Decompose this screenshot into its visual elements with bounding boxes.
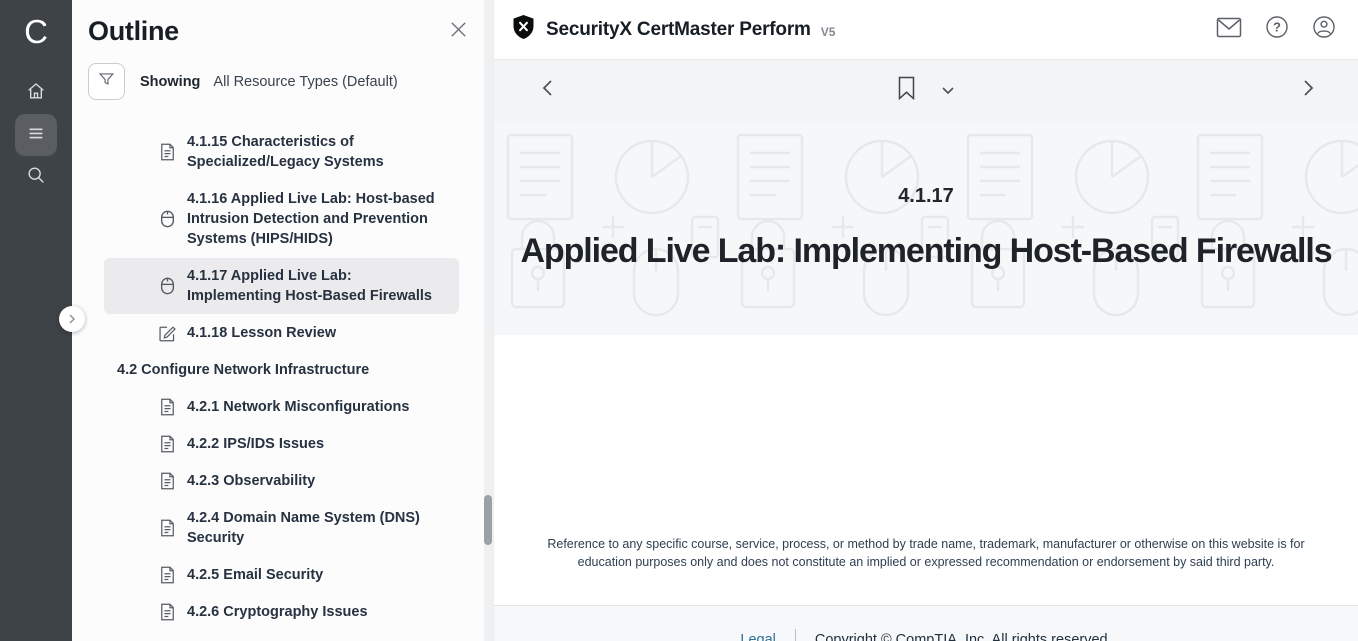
app-header: SecurityX CertMaster Perform V5 xyxy=(494,0,1358,60)
help-icon: ? xyxy=(1265,15,1289,44)
app-window: C xyxy=(0,0,1358,641)
lesson-title-banner: 4.1.17 Applied Live Lab: Implementing Ho… xyxy=(494,121,1358,335)
showing-label: Showing xyxy=(140,74,200,90)
document-icon xyxy=(158,472,176,490)
header-actions: ? xyxy=(1216,15,1336,44)
outline-item-label: 4.1.18 Lesson Review xyxy=(187,323,336,343)
document-icon xyxy=(158,566,176,584)
document-icon xyxy=(158,603,176,621)
brand-c-logo[interactable]: C xyxy=(24,10,48,54)
home-icon xyxy=(25,80,47,107)
outline-menu-icon xyxy=(25,122,47,149)
search-icon xyxy=(25,164,47,191)
outline-item-label: 4.2 Configure Network Infrastructure xyxy=(117,360,369,380)
filter-row: Showing All Resource Types (Default) xyxy=(72,53,493,108)
lesson-body: Reference to any specific course, servic… xyxy=(494,335,1358,605)
outline-item[interactable]: 4.2.3 Observability xyxy=(104,463,459,499)
document-icon xyxy=(158,435,176,453)
outline-item-label: 4.1.16 Applied Live Lab: Host-based Intr… xyxy=(187,189,447,249)
search-button[interactable] xyxy=(15,156,57,198)
outline-item-label: 4.1.15 Characteristics of Specialized/Le… xyxy=(187,132,447,172)
question-mark-glyph: ? xyxy=(1273,20,1281,35)
app-title: SecurityX CertMaster Perform xyxy=(546,19,811,41)
filter-funnel-icon xyxy=(97,70,116,94)
outline-panel: Outline Showing All Resource Types (Defa… xyxy=(72,0,493,641)
account-icon xyxy=(1312,15,1336,44)
outline-item-label: 4.2.3 Observability xyxy=(187,471,315,491)
document-icon xyxy=(158,143,176,161)
banner-doodle-pattern xyxy=(494,121,1358,335)
bookmark-controls xyxy=(897,76,955,105)
outline-item[interactable]: 4.1.15 Characteristics of Specialized/Le… xyxy=(104,124,459,180)
help-button[interactable]: ? xyxy=(1265,15,1289,44)
filter-button[interactable] xyxy=(88,63,125,100)
outline-header: Outline xyxy=(72,0,493,53)
main-area: SecurityX CertMaster Perform V5 xyxy=(493,0,1358,641)
page-footer: Legal Copyright © CompTIA, Inc. All righ… xyxy=(494,605,1358,641)
resource-type-filter-value: All Resource Types (Default) xyxy=(213,74,397,90)
close-outline-button[interactable] xyxy=(445,19,471,45)
messages-button[interactable] xyxy=(1216,17,1242,43)
app-version-badge: V5 xyxy=(821,25,836,39)
outline-item[interactable]: 4.2.2 IPS/IDS Issues xyxy=(104,426,459,462)
outline-section-header[interactable]: 4.2 Configure Network Infrastructure xyxy=(104,352,459,388)
outline-scrollbar-thumb[interactable] xyxy=(484,495,492,545)
third-party-disclaimer: Reference to any specific course, servic… xyxy=(531,535,1321,571)
panel-expand-toggle-button[interactable] xyxy=(59,306,85,332)
outline-item[interactable]: 4.2.5 Email Security xyxy=(104,557,459,593)
live-lab-icon xyxy=(158,210,176,228)
chevron-down-icon xyxy=(941,82,955,100)
rail-nav xyxy=(15,72,57,198)
lesson-title: Applied Live Lab: Implementing Host-Base… xyxy=(520,232,1331,271)
brand: SecurityX CertMaster Perform V5 xyxy=(511,14,835,45)
outline-item[interactable]: 4.1.18 Lesson Review xyxy=(104,315,459,351)
outline-item[interactable]: 4.2.4 Domain Name System (DNS) Security xyxy=(104,500,459,556)
bookmark-button[interactable] xyxy=(897,76,916,105)
outline-item-label: 4.2.4 Domain Name System (DNS) Security xyxy=(187,508,447,548)
footer-content: Legal Copyright © CompTIA, Inc. All righ… xyxy=(740,629,1111,641)
outline-menu-button[interactable] xyxy=(15,114,57,156)
outline-item[interactable]: 4.2.6 Cryptography Issues xyxy=(104,594,459,630)
outline-item-label: 4.1.17 Applied Live Lab: Implementing Ho… xyxy=(187,266,447,306)
home-button[interactable] xyxy=(15,72,57,114)
outline-scrollbar-track[interactable] xyxy=(484,0,493,641)
securityx-shield-icon xyxy=(511,14,536,45)
previous-page-button[interactable] xyxy=(540,79,556,102)
lesson-section-number: 4.1.17 xyxy=(898,185,954,208)
bookmark-menu-button[interactable] xyxy=(941,82,955,100)
outline-item-label: 4.2.5 Email Security xyxy=(187,565,323,585)
chevron-right-icon xyxy=(67,312,77,327)
copyright-text: Copyright © CompTIA, Inc. All rights res… xyxy=(815,632,1112,641)
account-button[interactable] xyxy=(1312,15,1336,44)
chevron-right-icon xyxy=(1300,79,1316,102)
outline-item-label: 4.2.2 IPS/IDS Issues xyxy=(187,434,324,454)
close-icon xyxy=(449,20,468,44)
legal-link[interactable]: Legal xyxy=(740,632,775,641)
mail-icon xyxy=(1216,17,1242,43)
next-page-button[interactable] xyxy=(1300,79,1316,102)
lesson-review-icon xyxy=(158,324,176,342)
outline-item-selected[interactable]: 4.1.17 Applied Live Lab: Implementing Ho… xyxy=(104,258,459,314)
document-icon xyxy=(158,519,176,537)
live-lab-icon xyxy=(158,277,176,295)
outline-item-label: 4.2.1 Network Misconfigurations xyxy=(187,397,409,417)
bookmark-icon xyxy=(897,76,916,105)
outline-title: Outline xyxy=(88,16,179,47)
outline-item[interactable]: 4.2.1 Network Misconfigurations xyxy=(104,389,459,425)
chevron-left-icon xyxy=(540,79,556,102)
outline-item[interactable]: 4.1.16 Applied Live Lab: Host-based Intr… xyxy=(104,181,459,257)
outline-list: 4.1.15 Characteristics of Specialized/Le… xyxy=(72,124,493,641)
outline-item-label: 4.2.6 Cryptography Issues xyxy=(187,602,368,622)
lesson-nav-bar xyxy=(494,60,1358,121)
document-icon xyxy=(158,398,176,416)
footer-divider xyxy=(795,629,796,641)
